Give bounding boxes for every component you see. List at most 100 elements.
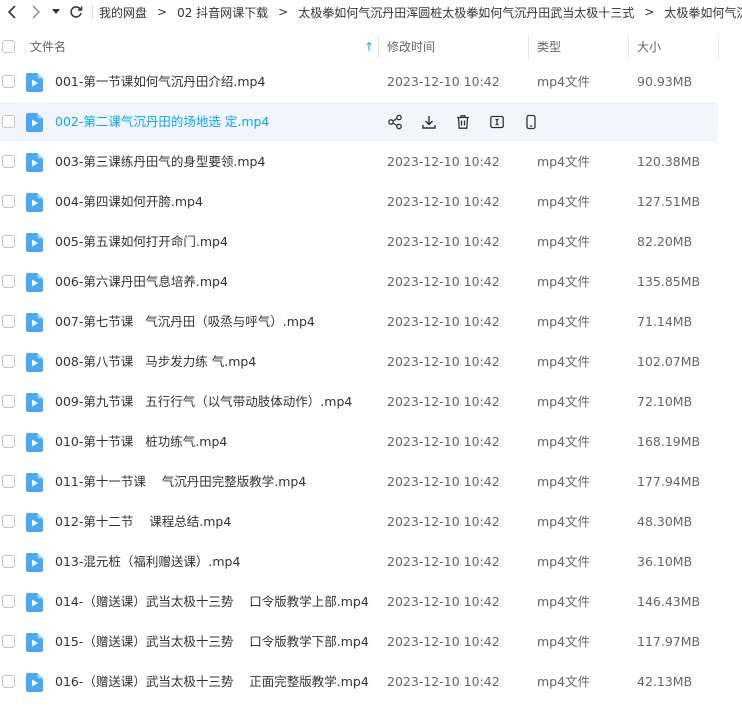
row-checkbox[interactable] [2,355,15,368]
file-name[interactable]: 003-第三课练丹田气的身型要领.mp4 [55,142,265,182]
file-type: mp4文件 [537,434,591,449]
row-checkbox[interactable] [2,515,15,528]
file-row[interactable]: 014-（赠送课）武当太极十三势 口令版教学上部.mp4 2023-12-10 1… [0,582,742,622]
row-checkbox[interactable] [2,395,15,408]
file-modified-time: 2023-12-10 10:42 [387,634,500,649]
file-type: mp4文件 [537,394,591,409]
row-checkbox[interactable] [2,315,15,328]
file-size: 42.13MB [637,674,693,689]
file-type: mp4文件 [537,274,591,289]
file-row[interactable]: 007-第七节课 气沉丹田（吸烝与呼气）.mp4 2023-12-10 10:42… [0,302,742,342]
file-name[interactable]: 008-第八节课 马步发力练 气.mp4 [55,342,256,382]
column-divider[interactable] [628,35,629,59]
breadcrumb-item[interactable]: 太极拳如何气沉 [664,4,742,21]
file-modified-time: 2023-12-10 10:42 [387,674,500,689]
rename-icon[interactable] [488,113,506,131]
file-name[interactable]: 009-第九节课 五行行气（以气带动肢体动作）.mp4 [55,382,352,422]
file-row[interactable]: 001-第一节课如何气沉丹田介绍.mp4 2023-12-10 10:42 mp4文… [0,62,742,102]
row-checkbox[interactable] [2,555,15,568]
file-size: 71.14MB [637,314,693,329]
file-type: mp4文件 [537,314,591,329]
file-type: mp4文件 [537,554,591,569]
breadcrumb-item[interactable]: 我的网盘 [99,4,147,21]
breadcrumb: 我的网盘 >02 抖音网课下载 > 太极拳如何气沉丹田浑圆桩太极拳如何气沉丹田武当太极… [99,4,742,21]
file-row[interactable]: 012-第十二节 课程总结.mp4 2023-12-10 10:42 mp4文件 48… [0,502,742,542]
video-file-icon [26,193,43,212]
file-size: 36.10MB [637,554,693,569]
select-all-checkbox[interactable] [2,40,15,53]
file-size: 82.20MB [637,234,693,249]
chevron-right-icon[interactable] [24,0,48,24]
row-checkbox[interactable] [2,475,15,488]
file-name[interactable]: 002-第二课气沉丹田的场地选 定.mp4 [55,102,269,142]
breadcrumb-item[interactable]: 02 抖音网课下载 [177,4,268,21]
column-divider[interactable] [528,35,529,59]
file-name[interactable]: 013-混元桩（福利赠送课）.mp4 [55,542,240,582]
file-row[interactable]: 008-第八节课 马步发力练 气.mp4 2023-12-10 10:42 mp4文… [0,342,742,382]
file-row[interactable]: 005-第五课如何打开命门.mp4 2023-12-10 10:42 mp4文件 82… [0,222,742,262]
file-name[interactable]: 006-第六课丹田气息培养.mp4 [55,262,228,302]
file-size: 117.97MB [637,634,701,649]
file-size: 168.19MB [637,434,701,449]
column-header-type[interactable]: 类型 [537,33,561,61]
download-icon[interactable] [420,113,438,131]
file-row[interactable]: 004-第四课如何开胯.mp4 2023-12-10 10:42 mp4文件 127.… [0,182,742,222]
column-header-name[interactable]: 文件名 [30,33,66,61]
sort-ascending-icon[interactable]: ↑ [364,33,374,61]
file-name[interactable]: 007-第七节课 气沉丹田（吸烝与呼气）.mp4 [55,302,315,342]
row-checkbox[interactable] [2,115,15,128]
caret-down-icon[interactable] [48,0,64,24]
row-checkbox[interactable] [2,155,15,168]
video-file-icon [26,593,43,612]
file-modified-time: 2023-12-10 10:42 [387,74,500,89]
file-row[interactable]: 016-（赠送课）武当太极十三势 正面完整版教学.mp4 2023-12-10 1… [0,662,742,702]
video-file-icon [26,433,43,452]
file-type: mp4文件 [537,474,591,489]
file-row[interactable]: 010-第十节课 桩功练气.mp4 2023-12-10 10:42 mp4文件 16… [0,422,742,462]
delete-icon[interactable] [454,113,472,131]
file-row[interactable]: 015-（赠送课）武当太极十三势 口令版教学下部.mp4 2023-12-10 1… [0,622,742,662]
file-modified-time: 2023-12-10 10:42 [387,394,500,409]
column-divider[interactable] [718,35,719,59]
column-header-modified-time[interactable]: 修改时间 [387,33,435,61]
video-file-icon [26,153,43,172]
file-name[interactable]: 015-（赠送课）武当太极十三势 口令版教学下部.mp4 [55,622,369,662]
video-file-icon [26,393,43,412]
breadcrumb-item[interactable]: 太极拳如何气沉丹田浑圆桩太极拳如何气沉丹田武当太极十三式 [298,4,634,21]
file-name[interactable]: 004-第四课如何开胯.mp4 [55,182,203,222]
breadcrumb-separator: > [157,5,168,19]
row-checkbox[interactable] [2,675,15,688]
row-checkbox[interactable] [2,635,15,648]
chevron-left-icon[interactable] [0,0,24,24]
video-file-icon [26,353,43,372]
video-file-icon [26,673,43,692]
phone-icon[interactable] [522,113,540,131]
file-row[interactable]: 009-第九节课 五行行气（以气带动肢体动作）.mp4 2023-12-10 10… [0,382,742,422]
video-file-icon [26,633,43,652]
video-file-icon [26,473,43,492]
file-name[interactable]: 001-第一节课如何气沉丹田介绍.mp4 [55,62,265,102]
file-row[interactable]: 003-第三课练丹田气的身型要领.mp4 2023-12-10 10:42 mp4文… [0,142,742,182]
file-name[interactable]: 010-第十节课 桩功练气.mp4 [55,422,227,462]
refresh-icon[interactable] [64,0,88,24]
file-name[interactable]: 016-（赠送课）武当太极十三势 正面完整版教学.mp4 [55,662,369,702]
file-row[interactable]: 002-第二课气沉丹田的场地选 定.mp4 [0,102,742,142]
file-row[interactable]: 011-第十一节课 气沉丹田完整版教学.mp4 2023-12-10 10:42 m… [0,462,742,502]
row-checkbox[interactable] [2,75,15,88]
file-name[interactable]: 011-第十一节课 气沉丹田完整版教学.mp4 [55,462,306,502]
file-size: 135.85MB [637,274,701,289]
row-checkbox[interactable] [2,235,15,248]
file-row[interactable]: 006-第六课丹田气息培养.mp4 2023-12-10 10:42 mp4文件 13… [0,262,742,302]
column-divider[interactable] [378,35,379,59]
file-name[interactable]: 005-第五课如何打开命门.mp4 [55,222,228,262]
row-checkbox[interactable] [2,435,15,448]
row-checkbox[interactable] [2,275,15,288]
column-header-size[interactable]: 大小 [637,33,661,61]
video-file-icon [26,73,43,92]
share-icon[interactable] [386,113,404,131]
file-name[interactable]: 012-第十二节 课程总结.mp4 [55,502,231,542]
row-checkbox[interactable] [2,195,15,208]
file-name[interactable]: 014-（赠送课）武当太极十三势 口令版教学上部.mp4 [55,582,369,622]
file-row[interactable]: 013-混元桩（福利赠送课）.mp4 2023-12-10 10:42 mp4文件 3… [0,542,742,582]
row-checkbox[interactable] [2,595,15,608]
